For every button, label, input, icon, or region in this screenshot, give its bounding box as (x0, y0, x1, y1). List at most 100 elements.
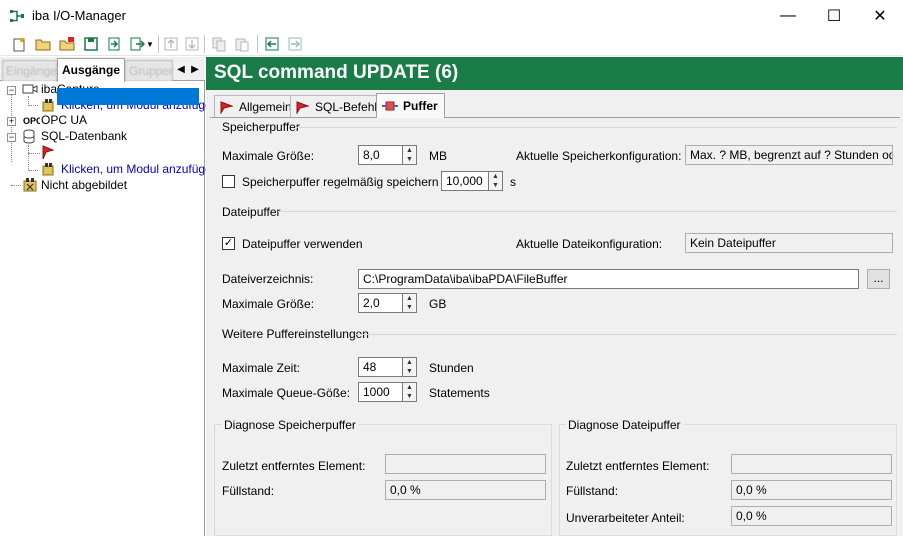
tree-item-unmapped[interactable]: Nicht abgebildet (41, 178, 127, 192)
max-size-file-stepper[interactable]: ▲ ▼ (403, 293, 417, 313)
tree-item-sqldb[interactable]: SQL-Datenbank (41, 129, 127, 143)
tab-sql-befehl-label: SQL-Befehl (315, 99, 378, 114)
label-file-config: Aktuelle Dateikonfiguration: (516, 237, 663, 251)
paste-icon[interactable] (233, 35, 251, 53)
save-icon[interactable] (82, 35, 100, 53)
stepper-up-icon[interactable]: ▲ (403, 294, 416, 303)
toolbar-separator (158, 35, 159, 53)
open-icon[interactable] (34, 35, 52, 53)
tab-allgemein[interactable]: Allgemein (214, 95, 299, 117)
tree-item-sql-add[interactable]: Klicken, um Modul anzufügen (61, 162, 218, 176)
unit-gb: GB (429, 297, 447, 311)
expander-sqldb[interactable]: − (7, 133, 16, 142)
stepper-down-icon[interactable]: ▼ (489, 181, 502, 190)
tab-puffer[interactable]: Puffer (376, 93, 445, 118)
back-icon[interactable] (263, 35, 281, 53)
copy-icon[interactable] (210, 35, 228, 53)
group-divider (295, 127, 897, 128)
tab-allgemein-label: Allgemein (239, 99, 292, 114)
toolbar-separator (204, 35, 205, 53)
browse-button[interactable]: ... (867, 269, 890, 289)
max-queue-stepper[interactable]: ▲ ▼ (403, 382, 417, 402)
unit-statements: Statements (429, 386, 490, 400)
toolbar-separator (257, 35, 258, 53)
app-icon (9, 8, 25, 24)
max-time-input[interactable]: 48 (358, 357, 403, 377)
tree-line (11, 185, 21, 186)
unit-mb: MB (429, 149, 447, 163)
unit-hours: Stunden (429, 361, 474, 375)
tree-item-sql-update[interactable]: SQL command UPDATE (6) (60, 146, 209, 160)
buffer-tab-icon (382, 101, 398, 111)
tab-scroll-right-icon[interactable]: ▶ (188, 62, 202, 76)
label-unprocessed: Unverarbeiteter Anteil: (566, 511, 685, 525)
directory-input[interactable]: C:\ProgramData\iba\ibaPDA\FileBuffer (358, 269, 859, 289)
use-file-buffer-checkbox[interactable]: ✓ (222, 237, 235, 250)
stepper-up-icon[interactable]: ▲ (403, 383, 416, 392)
stepper-down-icon[interactable]: ▼ (403, 392, 416, 401)
tree-item-opcua[interactable]: OPC UA (41, 113, 87, 127)
left-tabstrip: Eingänge Ausgänge Gruppen ◀ ▶ (0, 57, 205, 82)
tree-line (28, 145, 29, 171)
svg-text:OPC: OPC (23, 116, 40, 126)
tab-gruppen[interactable]: Gruppen (125, 60, 173, 81)
tab-puffer-label: Puffer (403, 99, 438, 113)
import-icon[interactable] (105, 35, 123, 53)
save-interval-input[interactable]: 10,000 (441, 171, 489, 191)
stepper-up-icon[interactable]: ▲ (489, 172, 502, 181)
stepper-down-icon[interactable]: ▼ (403, 155, 416, 164)
maximize-icon: ☐ (826, 7, 842, 25)
group-divider (278, 211, 897, 212)
label-max-size-file: Maximale Größe: (222, 297, 315, 311)
group-title-speicherpuffer: Speicherpuffer (222, 120, 300, 134)
stepper-down-icon[interactable]: ▼ (403, 367, 416, 376)
general-tab-icon (220, 100, 234, 114)
minimize-icon: — (780, 6, 796, 24)
unit-seconds: s (510, 175, 516, 189)
max-time-stepper[interactable]: ▲ ▼ (403, 357, 417, 377)
tab-ausgaenge[interactable]: Ausgänge (57, 58, 125, 82)
save-interval-stepper[interactable]: ▲ ▼ (489, 171, 503, 191)
expander-opcua[interactable]: + (7, 117, 16, 126)
maximize-button[interactable]: ☐ (811, 0, 857, 31)
stepper-up-icon[interactable]: ▲ (403, 358, 416, 367)
group-title-diag-file: Diagnose Dateipuffer (566, 418, 683, 432)
max-size-file-input[interactable]: 2,0 (358, 293, 403, 313)
max-size-memory-input[interactable]: 8,0 (358, 145, 403, 165)
tab-sql-befehl[interactable]: SQL-Befehl (290, 95, 385, 117)
tab-scroll-left-icon[interactable]: ◀ (174, 62, 188, 76)
label-save-memory: Speicherpuffer regelmäßig speichern alle (242, 175, 461, 189)
title-bar: iba I/O-Manager — ☐ ✕ (0, 0, 903, 31)
group-title-dateipuffer: Dateipuffer (222, 205, 281, 219)
tree-line (28, 153, 40, 154)
close-button[interactable]: ✕ (857, 0, 903, 31)
save-memory-checkbox[interactable] (222, 175, 235, 188)
open-special-icon[interactable] (58, 35, 76, 53)
new-icon[interactable] (10, 35, 28, 53)
selected-row-highlight (57, 88, 199, 105)
max-queue-input[interactable]: 1000 (358, 382, 403, 402)
last-removed-file-value (731, 454, 892, 474)
sql-tab-icon (296, 100, 310, 114)
minimize-button[interactable]: — (765, 0, 811, 31)
stepper-up-icon[interactable]: ▲ (403, 146, 416, 155)
move-up-icon[interactable] (162, 35, 180, 53)
expander-ibacapture[interactable]: − (7, 86, 16, 95)
stepper-down-icon[interactable]: ▼ (403, 303, 416, 312)
toolbar: ▼ (0, 31, 903, 56)
max-size-memory-stepper[interactable]: ▲ ▼ (403, 145, 417, 165)
window-title: iba I/O-Manager (32, 8, 126, 23)
move-down-icon[interactable] (183, 35, 201, 53)
chevron-down-icon[interactable]: ▼ (145, 35, 155, 53)
tab-eingaenge[interactable]: Eingänge (2, 60, 57, 81)
export-icon[interactable] (128, 35, 146, 53)
unmapped-icon (22, 177, 38, 196)
fill-file-value: 0,0 % (731, 480, 892, 500)
unprocessed-value: 0,0 % (731, 506, 892, 526)
memory-config-value: Max. ? MB, begrenzt auf ? Stunden oder ? (685, 145, 893, 165)
forward-icon[interactable] (286, 35, 304, 53)
close-icon: ✕ (873, 7, 887, 25)
file-config-value: Kein Dateipuffer (685, 233, 893, 253)
fill-memory-value: 0,0 % (385, 480, 546, 500)
label-max-queue: Maximale Queue-Göße: (222, 386, 351, 400)
